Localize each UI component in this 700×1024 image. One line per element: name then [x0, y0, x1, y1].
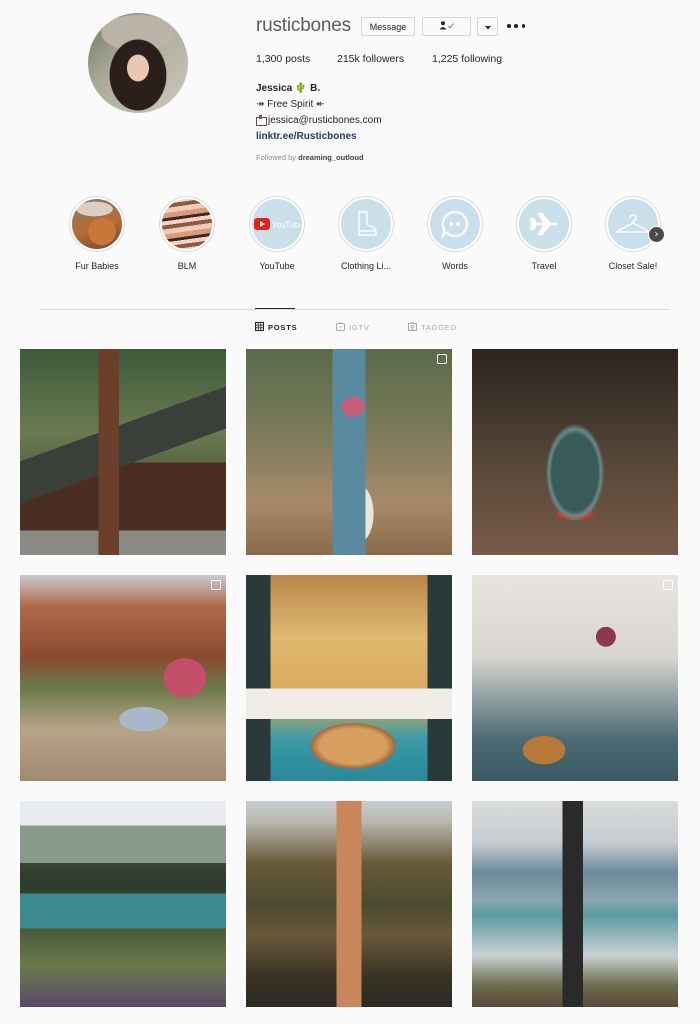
- highlight-blm[interactable]: BLM: [142, 196, 232, 271]
- multiple-photos-icon: [211, 580, 221, 590]
- tv-icon: [336, 322, 345, 333]
- highlight-travel[interactable]: Travel: [499, 196, 589, 271]
- followers-count[interactable]: 215k followers: [337, 53, 404, 65]
- svg-text:YouTube: YouTube: [272, 221, 300, 230]
- post-red-rocks[interactable]: [20, 575, 226, 781]
- followed-by-user[interactable]: dreaming_outloud: [298, 153, 363, 162]
- grid-icon: [255, 322, 264, 333]
- profile-username: rusticbones: [256, 15, 351, 36]
- bio-email-row: jessica@rusticbones.com: [256, 113, 382, 129]
- bio-link[interactable]: linktr.ee/Rusticbones: [256, 129, 382, 145]
- ellipsis-dot: [514, 24, 518, 28]
- bio-name: Jessica 🌵 B.: [256, 83, 321, 94]
- highlight-label: Words: [442, 261, 468, 271]
- post-pizza-van[interactable]: [246, 575, 452, 781]
- highlight-label: Fur Babies: [75, 261, 119, 271]
- profile-tabs: POSTS IGTV TAGGED: [0, 321, 700, 336]
- tab-igtv[interactable]: IGTV: [336, 322, 370, 333]
- boot-icon: [341, 199, 391, 249]
- posts-count: 1,300 posts: [256, 53, 311, 65]
- tabs-divider: [40, 309, 670, 310]
- highlight-label: Clothing Li...: [340, 261, 392, 271]
- ellipsis-icon: [507, 24, 511, 28]
- story-highlights: Fur Babies BLM YouTube YouTube Clothing …: [0, 196, 700, 276]
- highlight-words[interactable]: Words: [410, 196, 500, 271]
- followed-by-label: Followed by: [256, 153, 297, 162]
- following-button[interactable]: [422, 17, 471, 36]
- highlights-next-button[interactable]: ›: [648, 226, 665, 243]
- hanger-icon: [608, 199, 658, 249]
- mailbox-icon: [256, 114, 267, 126]
- suggestions-dropdown-button[interactable]: [477, 17, 498, 36]
- tag-icon: [408, 321, 417, 333]
- active-tab-indicator: [255, 308, 295, 309]
- quote-bubble-icon: [430, 199, 480, 249]
- airplane-icon: [519, 199, 569, 249]
- post-glacial-lake[interactable]: [472, 801, 678, 1007]
- highlight-label: BLM: [177, 261, 197, 271]
- tab-label: POSTS: [268, 323, 298, 332]
- post-lake-reflection[interactable]: [246, 801, 452, 1007]
- following-count[interactable]: 1,225 following: [432, 53, 502, 65]
- hands-photo-icon: [162, 199, 212, 249]
- profile-avatar[interactable]: [88, 13, 188, 113]
- bio-email: jessica@rusticbones.com: [268, 115, 382, 126]
- tab-label: TAGGED: [421, 323, 457, 332]
- multiple-photos-icon: [437, 354, 447, 364]
- post-forest-trail[interactable]: [246, 349, 452, 555]
- chevron-right-icon: ›: [654, 229, 659, 240]
- ellipsis-dot: [521, 24, 525, 28]
- highlight-youtube[interactable]: YouTube YouTube: [232, 196, 322, 271]
- post-mason-jar[interactable]: [472, 349, 678, 555]
- post-bed-cat[interactable]: [472, 575, 678, 781]
- highlight-clothing[interactable]: Clothing Li...: [321, 196, 411, 271]
- profile-bio: Jessica 🌵 B. ↠ Free Spirit ↞ jessica@rus…: [256, 81, 382, 145]
- caret-down-icon: [484, 22, 491, 32]
- multiple-photos-icon: [663, 580, 673, 590]
- highlight-label: YouTube: [259, 261, 295, 271]
- highlight-label: Travel: [531, 261, 557, 271]
- highlight-label: Closet Sale!: [608, 261, 658, 271]
- more-options-button[interactable]: [507, 19, 525, 33]
- post-mountain-lake[interactable]: [20, 801, 226, 1007]
- post-cabin[interactable]: [20, 349, 226, 555]
- person-check-icon: [439, 21, 455, 32]
- youtube-logo-icon: YouTube: [252, 199, 302, 249]
- tab-label: IGTV: [349, 323, 370, 332]
- tab-posts[interactable]: POSTS: [255, 322, 297, 333]
- tab-tagged[interactable]: TAGGED: [408, 321, 457, 333]
- bio-tagline: ↠ Free Spirit ↞: [256, 99, 325, 110]
- followed-by: Followed by dreaming_outloud: [256, 153, 364, 162]
- cat-photo-icon: [72, 199, 122, 249]
- highlight-fur-babies[interactable]: Fur Babies: [52, 196, 142, 271]
- message-button[interactable]: Message: [361, 17, 415, 36]
